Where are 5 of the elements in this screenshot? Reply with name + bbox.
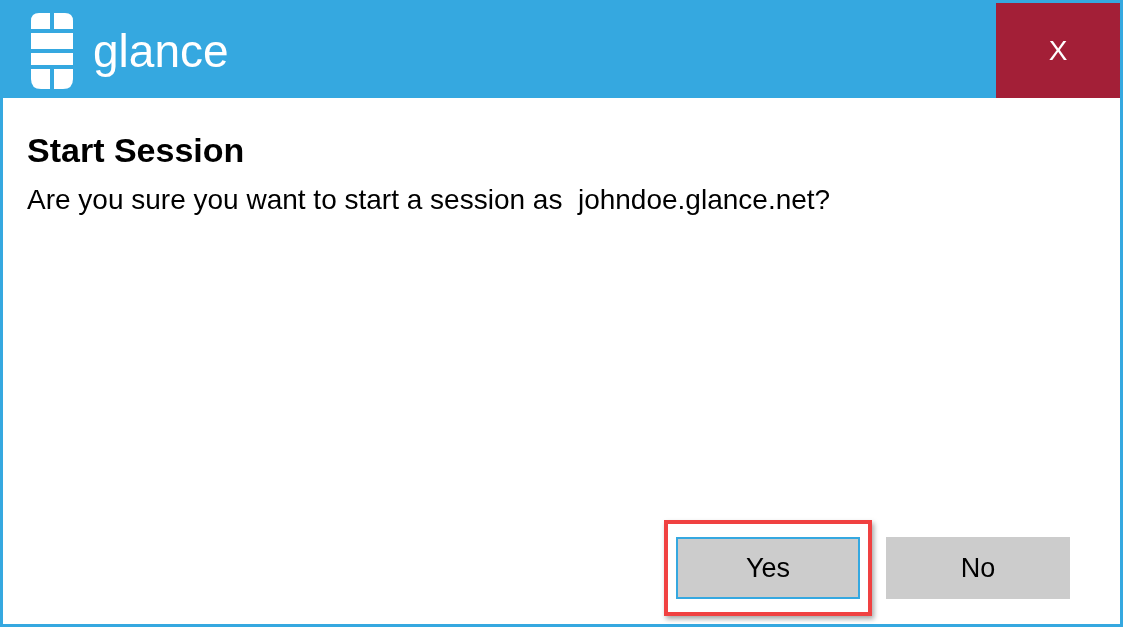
close-button[interactable]: X [996,3,1120,98]
confirm-button[interactable]: Yes [676,537,860,599]
cancel-button[interactable]: No [886,537,1070,599]
dialog-title: Start Session [27,130,246,171]
confirmation-message: Are you sure you want to start a session as johndoe.glance.net? [27,182,832,217]
